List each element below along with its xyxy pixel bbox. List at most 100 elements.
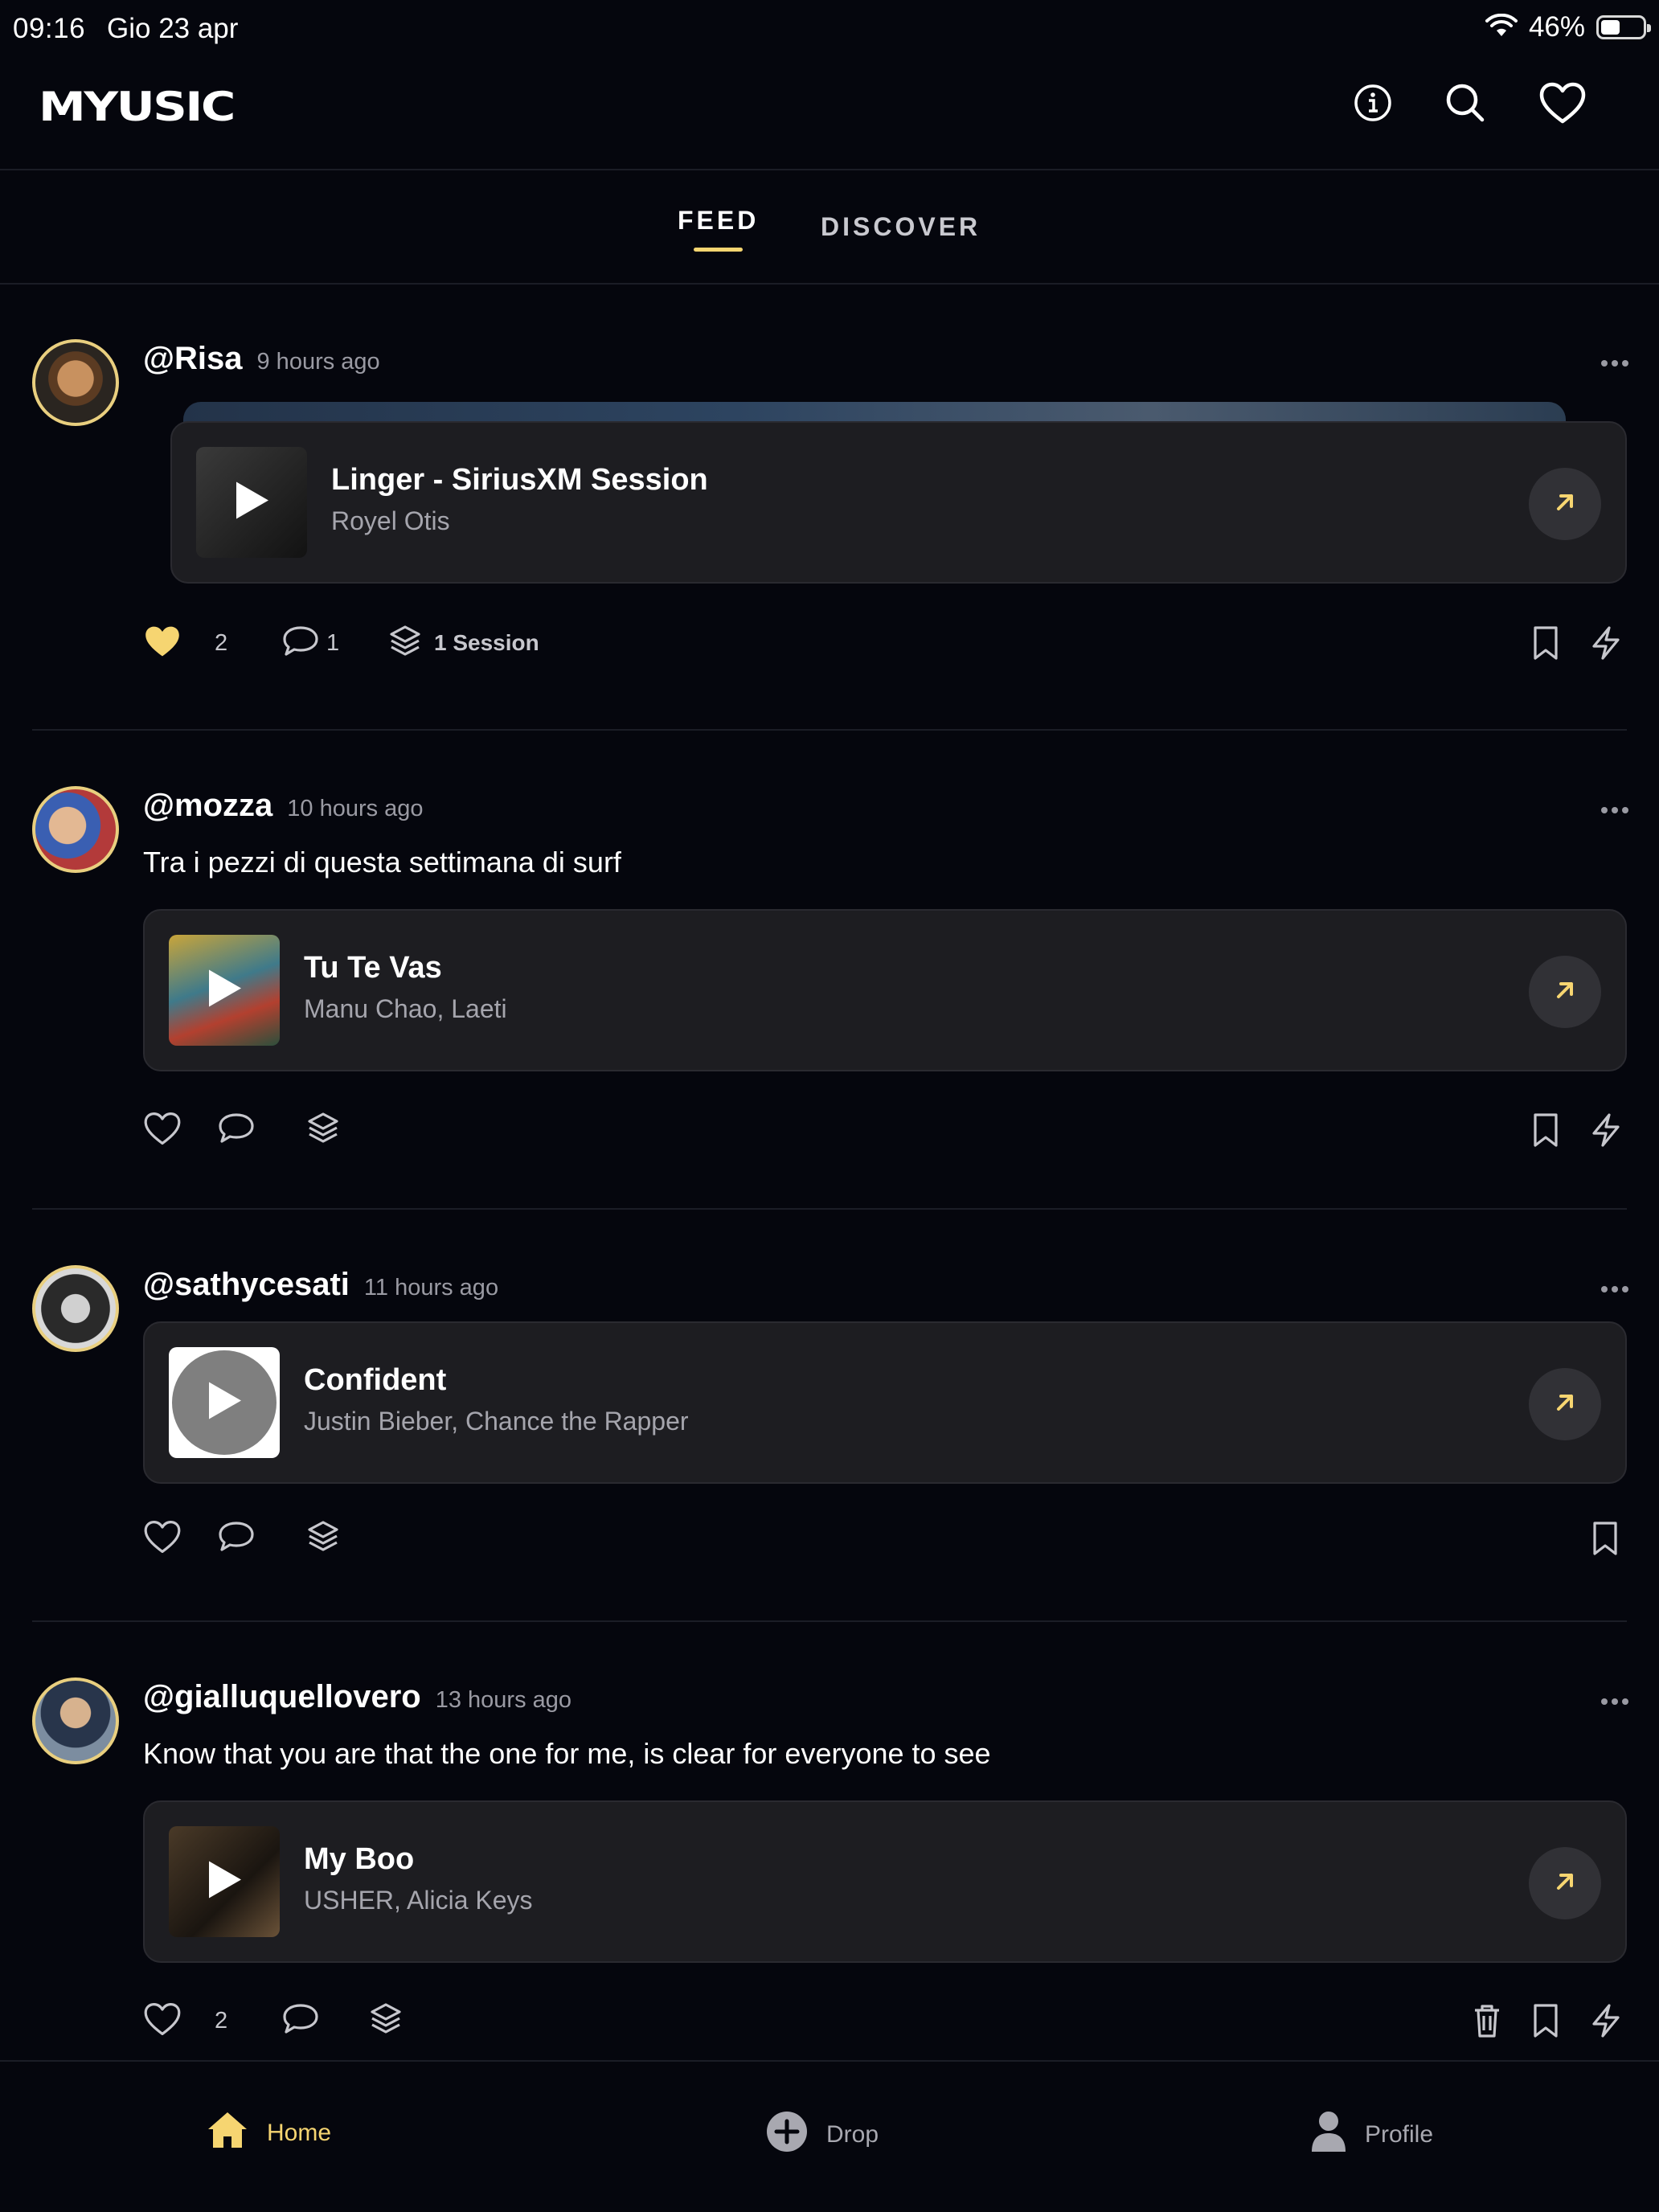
tab-discover[interactable]: DISCOVER (821, 212, 981, 242)
user-handle[interactable]: @gialluquellovero (143, 1679, 421, 1714)
post-divider (32, 729, 1627, 731)
track-card[interactable]: Tu Te Vas Manu Chao, Laeti (143, 909, 1627, 1071)
play-icon[interactable] (206, 969, 243, 1013)
search-icon[interactable] (1441, 79, 1489, 127)
status-right: 46% (1485, 11, 1651, 43)
more-icon[interactable] (1601, 1698, 1628, 1705)
sessions-button[interactable]: 1 Session (389, 621, 539, 666)
bookmark-icon[interactable] (1591, 1516, 1619, 1561)
boost-icon[interactable] (1590, 1108, 1622, 1153)
open-track-button[interactable] (1529, 956, 1601, 1028)
track-card[interactable]: My Boo USHER, Alicia Keys (143, 1800, 1627, 1963)
layers-icon (307, 1520, 339, 1558)
boost-icon[interactable] (1590, 621, 1622, 666)
like-button[interactable] (143, 1108, 182, 1153)
album-cover (196, 447, 307, 558)
avatar[interactable] (32, 1265, 119, 1352)
status-bar: 09:16 Gio 23 apr 46% (0, 0, 1659, 63)
more-icon[interactable] (1601, 1286, 1628, 1292)
user-handle[interactable]: @mozza (143, 788, 272, 823)
post-actions (143, 1516, 1627, 1561)
post-time: 13 hours ago (435, 1687, 572, 1713)
post-time: 10 hours ago (287, 796, 424, 821)
comment-icon (217, 1112, 256, 1149)
like-count: 2 (215, 2007, 228, 2034)
avatar[interactable] (32, 339, 119, 426)
heart-icon[interactable] (1538, 79, 1587, 127)
user-handle[interactable]: @sathycesati (143, 1267, 350, 1302)
heart-icon (143, 1519, 182, 1559)
user-handle[interactable]: @Risa (143, 341, 243, 376)
app-logo: MYUSIC (39, 84, 236, 130)
tab-feed[interactable]: FEED (678, 206, 759, 252)
track-artist: Royel Otis (331, 506, 450, 535)
track-artist: USHER, Alicia Keys (304, 1886, 533, 1915)
post-header: @gialluquellovero 13 hours ago (143, 1679, 571, 1715)
open-track-button[interactable] (1529, 1847, 1601, 1919)
post-actions: 2 (143, 1998, 1627, 2043)
layers-icon (307, 1112, 339, 1149)
post-actions (143, 1108, 1627, 1153)
comment-button[interactable] (217, 1108, 256, 1153)
album-cover (169, 1826, 280, 1937)
comment-button[interactable]: 1 (281, 621, 339, 666)
layers-icon (370, 2002, 402, 2040)
nav-drop[interactable]: Drop (765, 2110, 879, 2160)
track-artist: Manu Chao, Laeti (304, 994, 507, 1023)
nav-home-label: Home (267, 2120, 332, 2146)
trash-icon[interactable] (1473, 1998, 1501, 2043)
bottom-nav: Home Drop Profile (0, 2060, 1659, 2212)
like-button[interactable] (143, 621, 182, 666)
battery-icon (1596, 15, 1651, 39)
comment-button[interactable] (217, 1516, 256, 1561)
status-time: 09:16 (13, 13, 86, 44)
status-date: Gio 23 apr (107, 13, 239, 44)
post-actions: 2 1 1 Session (143, 621, 1627, 666)
battery-fill (1601, 20, 1620, 35)
nav-drop-label: Drop (826, 2121, 879, 2148)
nav-home[interactable]: Home (206, 2110, 331, 2157)
post-time: 11 hours ago (363, 1275, 499, 1301)
play-icon[interactable] (206, 1381, 243, 1425)
bookmark-icon[interactable] (1532, 621, 1559, 666)
sessions-button[interactable] (307, 1516, 339, 1561)
like-button[interactable] (143, 1998, 182, 2043)
comment-icon (281, 625, 320, 662)
comment-icon (217, 1520, 256, 1558)
play-icon[interactable] (206, 1860, 243, 1904)
more-icon[interactable] (1601, 360, 1628, 367)
track-title: My Boo (304, 1842, 415, 1876)
heart-icon (143, 1111, 182, 1150)
arrow-up-right-icon (1552, 1390, 1578, 1419)
layers-icon (389, 625, 421, 662)
post-header: @sathycesati 11 hours ago (143, 1267, 498, 1303)
comment-button[interactable] (281, 1998, 320, 2043)
album-cover (169, 1347, 280, 1458)
nav-profile[interactable]: Profile (1310, 2110, 1433, 2160)
like-count: 2 (215, 629, 228, 656)
post-header: @mozza 10 hours ago (143, 788, 424, 824)
open-track-button[interactable] (1529, 468, 1601, 540)
more-icon[interactable] (1601, 807, 1628, 813)
home-icon (206, 2110, 249, 2157)
info-icon[interactable] (1349, 79, 1397, 127)
arrow-up-right-icon (1552, 490, 1578, 519)
boost-icon[interactable] (1590, 1998, 1622, 2043)
avatar[interactable] (32, 1677, 119, 1764)
bookmark-icon[interactable] (1532, 1108, 1559, 1153)
open-track-button[interactable] (1529, 1368, 1601, 1440)
like-button[interactable] (143, 1516, 182, 1561)
sessions-button[interactable] (307, 1108, 339, 1153)
avatar[interactable] (32, 786, 119, 873)
arrow-up-right-icon (1552, 1869, 1578, 1899)
post-divider (32, 1620, 1627, 1622)
bookmark-icon[interactable] (1532, 1998, 1559, 2043)
sessions-label: 1 Session (434, 630, 539, 655)
track-title: Confident (304, 1363, 447, 1397)
play-icon[interactable] (233, 481, 270, 525)
sessions-button[interactable] (370, 1998, 402, 2043)
track-card[interactable]: Linger - SiriusXM Session Royel Otis (170, 421, 1627, 584)
track-card[interactable]: Confident Justin Bieber, Chance the Rapp… (143, 1321, 1627, 1484)
app-header: MYUSIC (0, 63, 1659, 170)
post-caption: Know that you are that the one for me, i… (143, 1737, 991, 1770)
